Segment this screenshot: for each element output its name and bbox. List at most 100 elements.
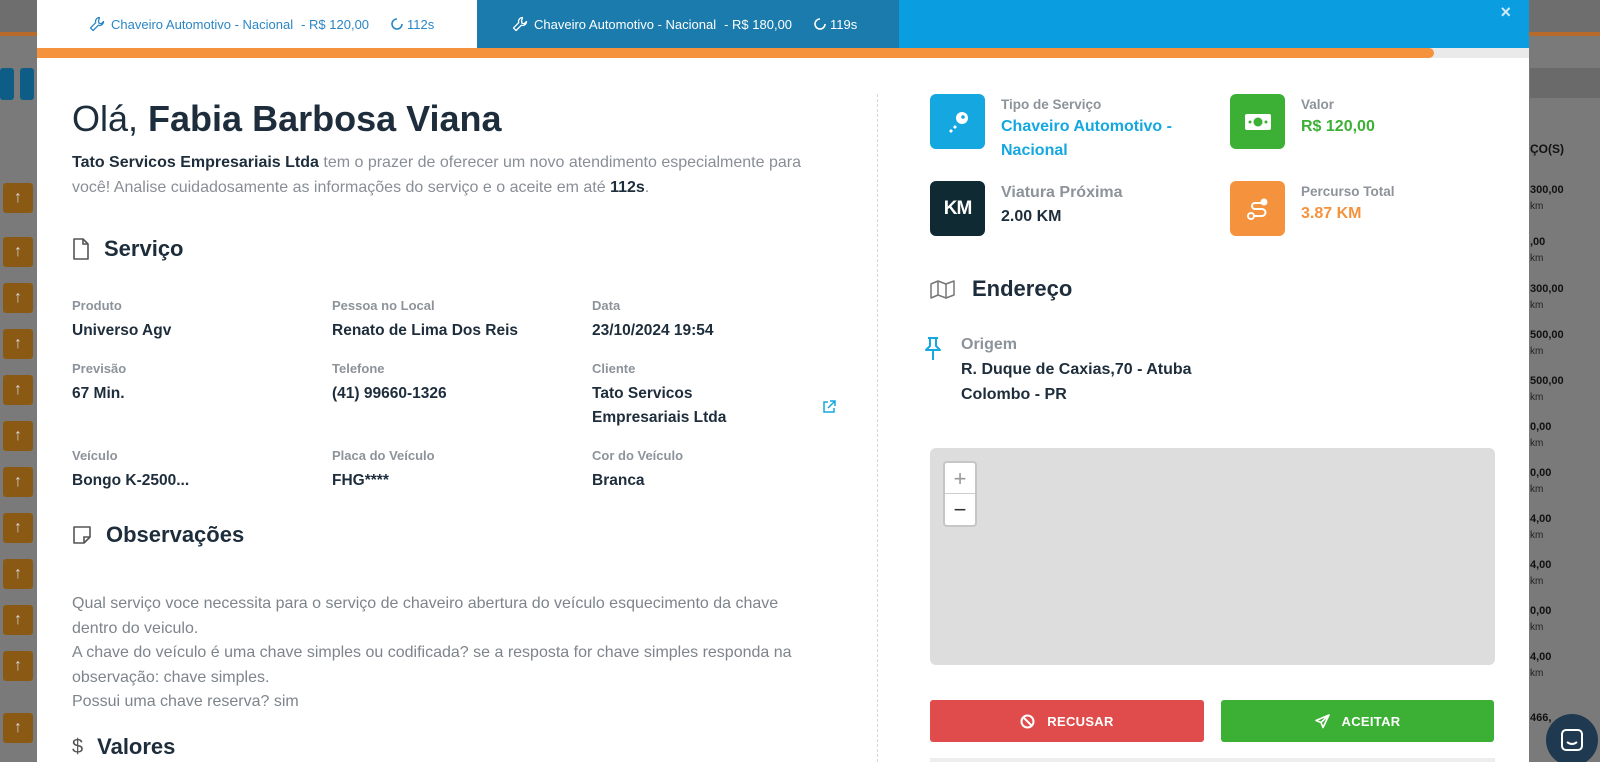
address-section-title: Endereço bbox=[930, 276, 1072, 302]
field-cliente: Cliente Tato Servicos Empresariais Ltda bbox=[592, 361, 772, 430]
summary-label: Percurso Total bbox=[1301, 184, 1395, 199]
summary-value: R$ 120,00 bbox=[1301, 118, 1375, 135]
field-cor: Cor do Veículo Branca bbox=[592, 448, 832, 493]
tab-service-label: Chaveiro Automotivo - Nacional bbox=[111, 16, 294, 32]
field-label: Produto bbox=[72, 298, 122, 313]
background-km: km bbox=[1530, 438, 1544, 449]
intro-text: Tato Servicos Empresariais Ltda tem o pr… bbox=[72, 150, 822, 200]
reject-button-label: RECUSAR bbox=[1047, 713, 1114, 729]
background-row-actions: ↑ ↑ ↑ ↑ ↑ ↑ ↑ ↑ ↑ ↑ ↑ ↑ bbox=[0, 60, 38, 760]
route-icon bbox=[1230, 181, 1285, 236]
summary-label: Viatura Próxima bbox=[1001, 184, 1123, 201]
tab-offer-2[interactable]: Chaveiro Automotivo - Nacional - R$ 180,… bbox=[477, 0, 899, 48]
field-label: Pessoa no Local bbox=[332, 298, 435, 313]
field-value: (41) 99660-1326 bbox=[332, 385, 447, 402]
origin-line-1: R. Duque de Caxias,70 - Atuba bbox=[961, 361, 1192, 378]
summary-nearest-vehicle: KM Viatura Próxima 2.00 KM bbox=[930, 181, 1123, 236]
tab-timer-value: 112s bbox=[407, 16, 435, 32]
field-data: Data 23/10/2024 19:54 bbox=[592, 298, 832, 343]
offer-tabs: Chaveiro Automotivo - Nacional - R$ 120,… bbox=[37, 0, 1529, 48]
service-section-label: Serviço bbox=[104, 236, 184, 261]
field-label: Placa do Veículo bbox=[332, 448, 435, 463]
bottom-panel-edge bbox=[930, 758, 1495, 762]
ban-icon bbox=[1020, 714, 1035, 728]
field-value: 67 Min. bbox=[72, 385, 125, 402]
sticky-note-icon bbox=[73, 526, 91, 544]
background-price: 300,00 bbox=[1530, 184, 1564, 196]
field-label: Telefone bbox=[332, 361, 385, 376]
greeting-hello: Olá, bbox=[72, 98, 139, 139]
zoom-in-button[interactable]: + bbox=[945, 463, 975, 494]
field-value: FHG**** bbox=[332, 472, 389, 489]
background-price: 0,00 bbox=[1530, 421, 1552, 433]
background-km: km bbox=[1530, 530, 1544, 541]
chat-icon bbox=[1561, 729, 1583, 751]
spinner-icon bbox=[391, 18, 403, 30]
field-veiculo: Veículo Bongo K-2500... bbox=[72, 448, 312, 493]
arrow-up-icon: ↑ bbox=[3, 183, 33, 213]
background-price: 4,00 bbox=[1530, 559, 1552, 571]
external-link-icon[interactable] bbox=[822, 400, 836, 414]
values-section-title: $ Valores bbox=[72, 734, 175, 760]
background-price: 500,00 bbox=[1530, 375, 1564, 387]
arrow-up-icon: ↑ bbox=[3, 329, 33, 359]
background-km: km bbox=[1530, 253, 1544, 264]
address-section-label: Endereço bbox=[972, 276, 1073, 301]
tab-offer-1[interactable]: Chaveiro Automotivo - Nacional - R$ 120,… bbox=[37, 0, 477, 48]
background-price: 4,00 bbox=[1530, 513, 1552, 525]
values-section-label: Valores bbox=[97, 734, 176, 759]
intro-end: . bbox=[644, 179, 650, 196]
map-icon bbox=[930, 280, 955, 299]
background-km: km bbox=[1530, 576, 1544, 587]
close-button[interactable]: × bbox=[1500, 2, 1511, 23]
field-value: 23/10/2024 19:54 bbox=[592, 322, 714, 339]
field-label: Previsão bbox=[72, 361, 127, 376]
background-km: km bbox=[1530, 300, 1544, 311]
tab-price: - R$ 120,00 bbox=[301, 16, 370, 32]
background-table-header bbox=[1530, 68, 1600, 98]
zoom-out-button[interactable]: − bbox=[945, 494, 975, 525]
route-map[interactable]: + − bbox=[930, 448, 1495, 665]
arrow-up-icon: ↑ bbox=[3, 467, 33, 497]
field-value: Renato de Lima Dos Reis bbox=[332, 322, 519, 339]
column-divider bbox=[877, 94, 878, 762]
summary-label: Valor bbox=[1301, 97, 1335, 112]
accept-button[interactable]: ACEITAR bbox=[1221, 700, 1494, 742]
reject-button[interactable]: RECUSAR bbox=[930, 700, 1204, 742]
tab-service-label: Chaveiro Automotivo - Nacional bbox=[534, 16, 717, 32]
background-column-header: ÇO(S) bbox=[1530, 142, 1564, 156]
background-price: 466, bbox=[1530, 712, 1552, 724]
offer-details: Olá, Fabia Barbosa Viana Tato Servicos E… bbox=[72, 58, 842, 762]
arrow-up-icon: ↑ bbox=[3, 651, 33, 681]
spinner-icon bbox=[814, 18, 826, 30]
background-km: km bbox=[1530, 622, 1544, 633]
background-price: 500,00 bbox=[1530, 329, 1564, 341]
money-icon bbox=[1230, 94, 1285, 149]
document-icon bbox=[73, 238, 89, 260]
background-price: 0,00 bbox=[1530, 605, 1552, 617]
field-value: Branca bbox=[592, 472, 645, 489]
background-km: km bbox=[1530, 346, 1544, 357]
key-icon bbox=[930, 94, 985, 149]
wrench-icon bbox=[512, 16, 528, 32]
origin-line-2: Colombo - PR bbox=[961, 385, 1067, 403]
km-icon: KM bbox=[930, 181, 985, 236]
map-zoom-control: + − bbox=[943, 461, 977, 527]
chat-widget-button[interactable] bbox=[1546, 714, 1598, 762]
background-km: km bbox=[1530, 484, 1544, 495]
summary-value-amount: Valor R$ 120,00 bbox=[1230, 94, 1375, 149]
observations-section-label: Observações bbox=[106, 522, 245, 547]
observation-line: A chave do veículo é uma chave simples o… bbox=[72, 644, 792, 686]
wrench-icon bbox=[89, 16, 105, 32]
greeting-title: Olá, Fabia Barbosa Viana bbox=[72, 98, 502, 140]
intro-seconds: 112s bbox=[610, 179, 645, 196]
service-section-title: Serviço bbox=[72, 236, 184, 262]
service-offer-modal: Chaveiro Automotivo - Nacional - R$ 120,… bbox=[37, 0, 1529, 762]
arrow-up-icon: ↑ bbox=[3, 421, 33, 451]
summary-total-route: Percurso Total 3.87 KM bbox=[1230, 181, 1395, 236]
arrow-up-icon: ↑ bbox=[3, 713, 33, 743]
field-pessoa-no-local: Pessoa no Local Renato de Lima Dos Reis bbox=[332, 298, 572, 343]
intro-company: Tato Servicos Empresariais Ltda bbox=[72, 154, 319, 171]
greeting-user-name: Fabia Barbosa Viana bbox=[148, 98, 502, 139]
arrow-up-icon: ↑ bbox=[3, 237, 33, 267]
